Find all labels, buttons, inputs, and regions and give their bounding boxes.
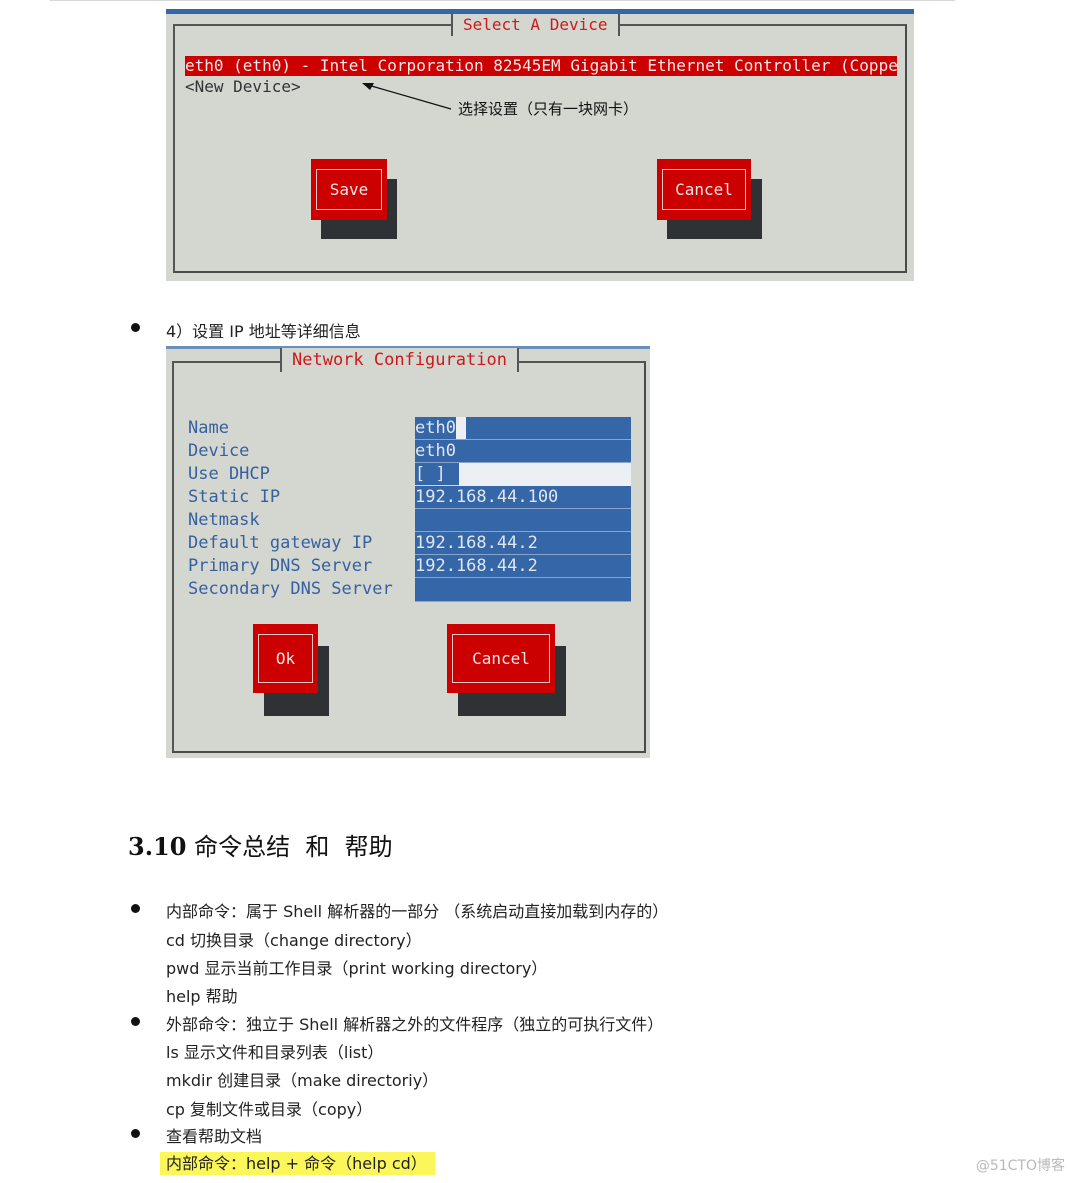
bullet-help-docs: 查看帮助文档 [166,1127,263,1146]
annotation-arrow-icon [362,83,452,110]
form-row-static-ip: Static IP 192.168.44.100 [188,486,633,509]
form-row-netmask: Netmask [188,509,633,532]
field-label: Use DHCP [188,464,270,484]
save-button[interactable]: Save [311,159,387,220]
netmask-input[interactable] [415,509,631,532]
step-4-label: 4）设置 IP 地址等详细信息 [166,322,361,341]
form-row-gateway: Default gateway IP 192.168.44.2 [188,532,633,555]
watermark: @51CTO博客 [975,1158,1065,1174]
cancel-button[interactable]: Cancel [657,159,751,220]
bullet-external-commands: 外部命令：独立于 Shell 解析器之外的文件程序（独立的可执行文件） [166,1015,664,1034]
field-label: Primary DNS Server [188,556,373,576]
list-item: pwd 显示当前工作目录（print working directory） [166,959,548,978]
section-heading: 3.10 命令总结 和 帮助 [128,827,393,862]
dhcp-field-blank [459,463,631,486]
field-label: Device [188,441,250,461]
gateway-input[interactable]: 192.168.44.2 [415,532,631,555]
section-title: 命令总结 和 帮助 [194,833,393,861]
device-list-item-selected[interactable]: eth0 (eth0) - Intel Corporation 82545EM … [185,56,897,76]
ok-button[interactable]: Ok [253,624,318,693]
form-row-secondary-dns: Secondary DNS Server [188,578,633,602]
form-row-device: Device eth0 [188,440,633,463]
highlighted-list-item: 内部命令：help + 命令（help cd） [160,1150,435,1175]
field-label: Secondary DNS Server [188,579,393,599]
list-item: mkdir 创建目录（make directoriy） [166,1071,439,1090]
list-item: cp 复制文件或目录（copy） [166,1100,373,1119]
network-config-dialog: Network Configuration Name eth0 Device e… [166,346,650,758]
device-list-item-new[interactable]: <New Device> [185,77,301,97]
bullet-icon [131,1017,140,1026]
list-item: help 帮助 [166,987,238,1006]
static-ip-input[interactable]: 192.168.44.100 [415,486,631,509]
dialog-title: Select A Device [451,14,620,36]
text-cursor [455,417,466,439]
page-top-rule [50,0,955,1]
secondary-dns-input[interactable] [415,578,631,602]
bullet-icon [131,323,140,332]
device-input[interactable]: eth0 [415,440,631,463]
form-row-primary-dns: Primary DNS Server 192.168.44.2 [188,555,633,578]
highlight: 内部命令：help + 命令（help cd） [160,1152,435,1175]
field-label: Netmask [188,510,260,530]
dialog-title: Network Configuration [280,348,519,372]
list-item: ls 显示文件和目录列表（list） [166,1043,384,1062]
field-label: Name [188,418,229,438]
list-item: cd 切换目录（change directory） [166,931,422,950]
form-row-dhcp: Use DHCP [ ] [188,463,633,486]
field-label: Default gateway IP [188,533,373,553]
bullet-icon [131,1129,140,1138]
use-dhcp-checkbox[interactable]: [ ] [415,463,459,485]
select-device-dialog: Select A Device eth0 (eth0) - Intel Corp… [166,9,914,281]
bullet-icon [131,904,140,913]
section-number: 3.10 [128,832,187,861]
field-label: Static IP [188,487,281,507]
cancel-button[interactable]: Cancel [447,624,555,693]
annotation-text: 选择设置（只有一块网卡） [458,100,639,118]
name-input[interactable]: eth0 [415,417,631,440]
bullet-internal-commands: 内部命令：属于 Shell 解析器的一部分 （系统启动直接加载到内存的） [166,902,669,921]
form-row-name: Name eth0 [188,417,633,440]
primary-dns-input[interactable]: 192.168.44.2 [415,555,631,578]
